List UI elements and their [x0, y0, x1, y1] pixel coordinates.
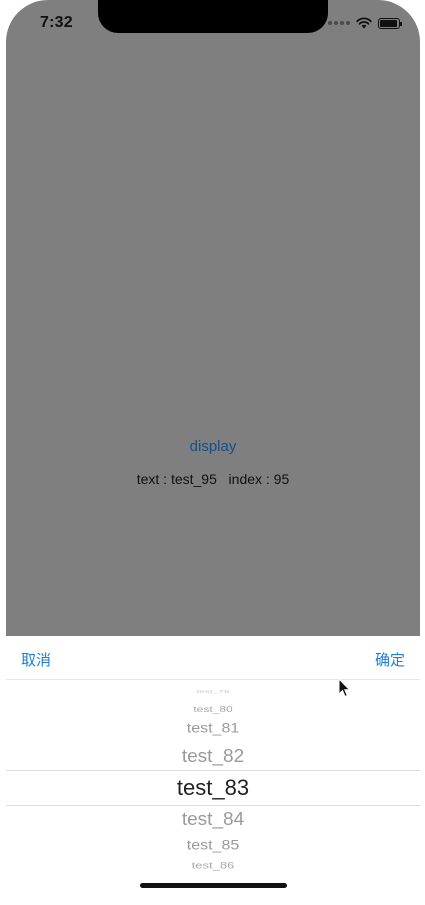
battery-icon: [378, 17, 402, 29]
picker-row[interactable]: test_82: [6, 747, 420, 765]
status-icons: [328, 17, 402, 29]
device-frame: 7:32 display text : test_95 index : 95 取…: [0, 0, 425, 905]
cancel-button[interactable]: 取消: [21, 649, 51, 670]
status-time: 7:32: [40, 14, 73, 31]
picker-row[interactable]: test_80: [6, 705, 420, 713]
picker-row[interactable]: test_81: [6, 722, 420, 736]
screen: 7:32 display text : test_95 index : 95 取…: [6, 0, 420, 896]
selection-top-line: [6, 770, 420, 771]
notch: [98, 0, 328, 33]
picker-row-selected[interactable]: test_83: [6, 777, 420, 799]
wifi-icon: [356, 17, 372, 29]
picker-row[interactable]: test_86: [6, 860, 420, 869]
status-bar: 7:32: [6, 0, 420, 44]
picker-row[interactable]: test_85: [6, 839, 420, 853]
picker-wheel[interactable]: test_79 test_80 test_81 test_82 test_83 test_…: [6, 680, 420, 876]
result-text: text : test_95 index : 95: [136, 471, 290, 487]
confirm-button[interactable]: 确定: [375, 649, 405, 670]
home-indicator[interactable]: [140, 883, 287, 888]
cursor-icon: [338, 678, 351, 698]
dim-overlay[interactable]: [6, 0, 420, 636]
picker-row[interactable]: test_84: [6, 810, 420, 828]
signal-icon: [328, 21, 350, 25]
picker-row[interactable]: test_79: [6, 690, 420, 695]
display-button[interactable]: display: [6, 438, 420, 455]
selection-bottom-line: [6, 805, 420, 806]
picker-sheet: 取消 确定 test_79 test_80 test_81 test_82 test_8…: [6, 636, 420, 896]
picker-toolbar: 取消 确定: [6, 636, 420, 680]
